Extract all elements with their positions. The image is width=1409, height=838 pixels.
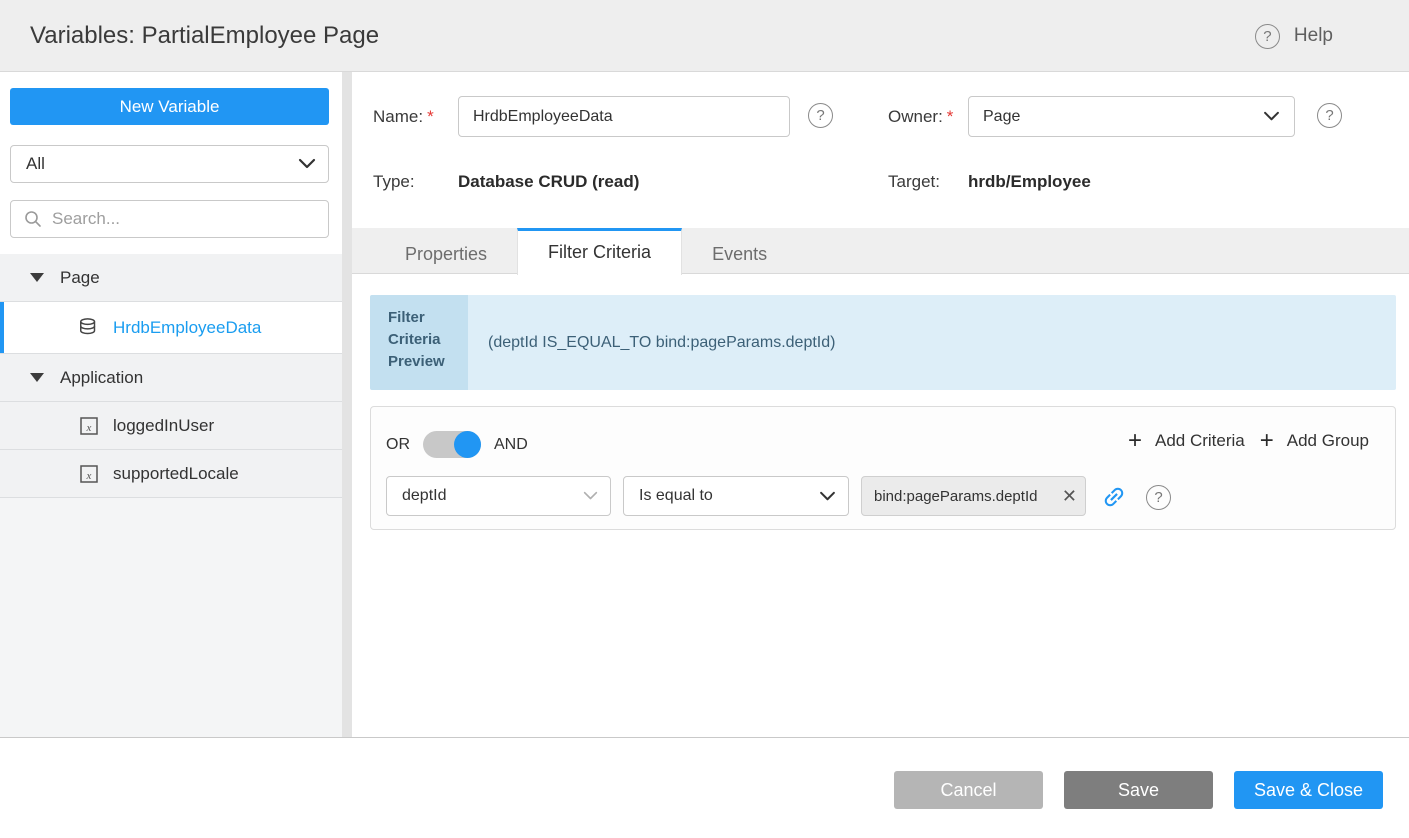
variables-tree: Page HrdbEmployeeData Application x logg…: [0, 254, 342, 498]
criteria-builder: OR AND + Add Criteria + Add Group deptId…: [370, 406, 1396, 530]
or-label: OR: [386, 436, 410, 454]
owner-label: Owner:*: [888, 107, 953, 127]
name-label: Name:*: [373, 107, 434, 127]
tree-item-label: HrdbEmployeeData: [113, 318, 261, 338]
chevron-down-icon: [583, 491, 598, 501]
chevron-down-icon: [298, 158, 316, 170]
add-criteria-button[interactable]: + Add Criteria: [1128, 429, 1245, 453]
link-icon[interactable]: [1096, 479, 1133, 516]
and-label: AND: [494, 436, 528, 454]
tree-item-hrdbemployeedata[interactable]: HrdbEmployeeData: [0, 302, 342, 354]
search-input[interactable]: [52, 209, 318, 229]
static-variable-icon: x: [78, 415, 100, 437]
logic-toggle-group: OR AND: [386, 431, 528, 458]
preview-value: (deptId IS_EQUAL_TO bind:pageParams.dept…: [468, 295, 1396, 390]
tab-properties[interactable]: Properties: [375, 228, 517, 274]
bound-value-chip[interactable]: bind:pageParams.deptId ✕: [861, 476, 1086, 516]
help-icon: ?: [1255, 24, 1280, 49]
name-help-icon[interactable]: ?: [808, 103, 833, 128]
field-select[interactable]: deptId: [386, 476, 611, 516]
field-value: deptId: [402, 487, 583, 505]
tree-item-label: supportedLocale: [113, 464, 239, 484]
sidebar-controls: New Variable All: [0, 72, 342, 254]
toggle-knob: [454, 431, 481, 458]
type-value: Database CRUD (read): [458, 172, 639, 192]
tab-bar: Properties Filter Criteria Events: [352, 228, 1409, 274]
caret-down-icon: [30, 273, 44, 282]
search-box: [10, 200, 329, 238]
or-and-toggle[interactable]: [423, 431, 481, 458]
condition-value: Is equal to: [639, 487, 819, 505]
help-label: Help: [1294, 25, 1333, 47]
dialog-footer: Cancel Save Save & Close: [0, 737, 1409, 838]
owner-help-icon[interactable]: ?: [1317, 103, 1342, 128]
condition-select[interactable]: Is equal to: [623, 476, 849, 516]
scrollbar-track[interactable]: [342, 72, 352, 737]
owner-select[interactable]: Page: [968, 96, 1295, 137]
page-title: Variables: PartialEmployee Page: [30, 22, 379, 50]
filter-criteria-preview: Filter Criteria Preview (deptId IS_EQUAL…: [370, 295, 1396, 390]
preview-label: Filter Criteria Preview: [370, 295, 468, 390]
tree-group-application[interactable]: Application: [0, 354, 342, 402]
static-variable-icon: x: [78, 463, 100, 485]
required-marker: *: [427, 107, 434, 126]
svg-text:x: x: [86, 470, 92, 482]
chevron-down-icon: [1263, 111, 1280, 122]
caret-down-icon: [30, 373, 44, 382]
name-input[interactable]: [458, 96, 790, 137]
target-label: Target:: [888, 172, 940, 192]
required-marker: *: [947, 107, 954, 126]
tree-group-label: Page: [60, 268, 100, 288]
owner-value: Page: [983, 108, 1263, 126]
help-button[interactable]: ? Help: [1255, 0, 1333, 72]
svg-text:x: x: [86, 422, 92, 434]
tree-item-supportedlocale[interactable]: x supportedLocale: [0, 450, 342, 498]
tree-group-page[interactable]: Page: [0, 254, 342, 302]
criteria-actions: + Add Criteria + Add Group: [1128, 429, 1369, 453]
variables-sidebar: New Variable All Page: [0, 72, 342, 737]
tree-item-label: loggedInUser: [113, 416, 214, 436]
add-criteria-label: Add Criteria: [1155, 431, 1245, 451]
variable-filter-select[interactable]: All: [10, 145, 329, 183]
add-group-button[interactable]: + Add Group: [1260, 429, 1369, 453]
tree-item-loggedinuser[interactable]: x loggedInUser: [0, 402, 342, 450]
chevron-down-icon: [819, 491, 836, 502]
new-variable-button[interactable]: New Variable: [10, 88, 329, 125]
variable-filter-value: All: [26, 154, 298, 174]
variable-editor-panel: Name:* ? Owner:* Page ? Type: Database C…: [352, 72, 1409, 737]
bound-value: bind:pageParams.deptId: [874, 488, 1060, 505]
plus-icon: +: [1128, 429, 1142, 453]
plus-icon: +: [1260, 429, 1274, 453]
target-value: hrdb/Employee: [968, 172, 1091, 192]
search-icon: [24, 210, 42, 228]
tab-events[interactable]: Events: [682, 228, 797, 274]
save-and-close-button[interactable]: Save & Close: [1234, 771, 1383, 809]
criteria-help-icon[interactable]: ?: [1146, 485, 1171, 510]
tab-filter-criteria[interactable]: Filter Criteria: [517, 228, 682, 275]
save-button[interactable]: Save: [1064, 771, 1213, 809]
type-label: Type:: [373, 172, 415, 192]
add-group-label: Add Group: [1287, 431, 1369, 451]
dialog-header: Variables: PartialEmployee Page ? Help: [0, 0, 1409, 72]
cancel-button[interactable]: Cancel: [894, 771, 1043, 809]
tree-group-label: Application: [60, 368, 143, 388]
close-icon[interactable]: ✕: [1060, 486, 1077, 507]
database-icon: [78, 317, 100, 339]
